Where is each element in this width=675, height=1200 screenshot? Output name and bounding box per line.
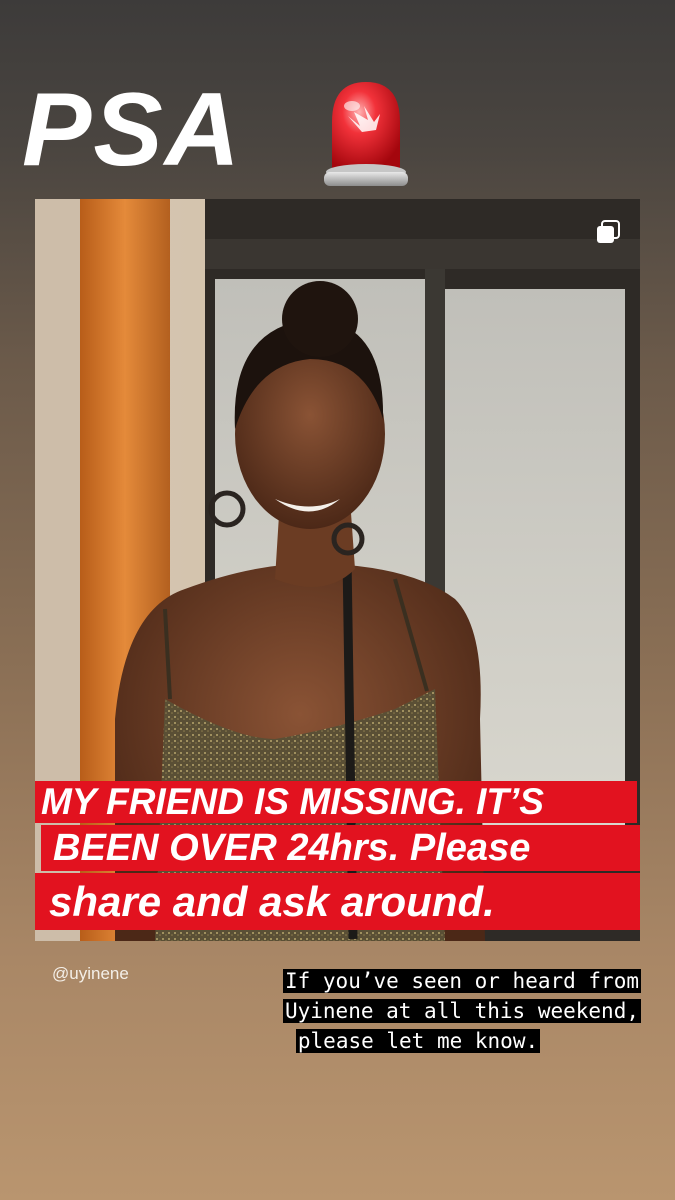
police-car-light-icon xyxy=(324,82,408,186)
psa-title: PSA xyxy=(22,72,242,188)
note-line-3: please let me know. xyxy=(295,1029,541,1053)
caption-line-2: BEEN OVER 24hrs. Please xyxy=(41,825,640,871)
missing-caption: MY FRIEND IS MISSING. IT’S BEEN OVER 24h… xyxy=(35,781,640,930)
caption-line-1: MY FRIEND IS MISSING. IT’S xyxy=(35,781,637,823)
caption-line-3: share and ask around. xyxy=(35,873,640,930)
mention-handle[interactable]: @uyinene xyxy=(52,964,129,984)
multiple-posts-icon xyxy=(597,220,620,243)
note-line-1: If you’ve seen or heard from xyxy=(282,969,641,993)
note-line-2: Uyinene at all this weekend, xyxy=(282,999,641,1023)
story-note: If you’ve seen or heard from Uyinene at … xyxy=(195,966,641,1056)
